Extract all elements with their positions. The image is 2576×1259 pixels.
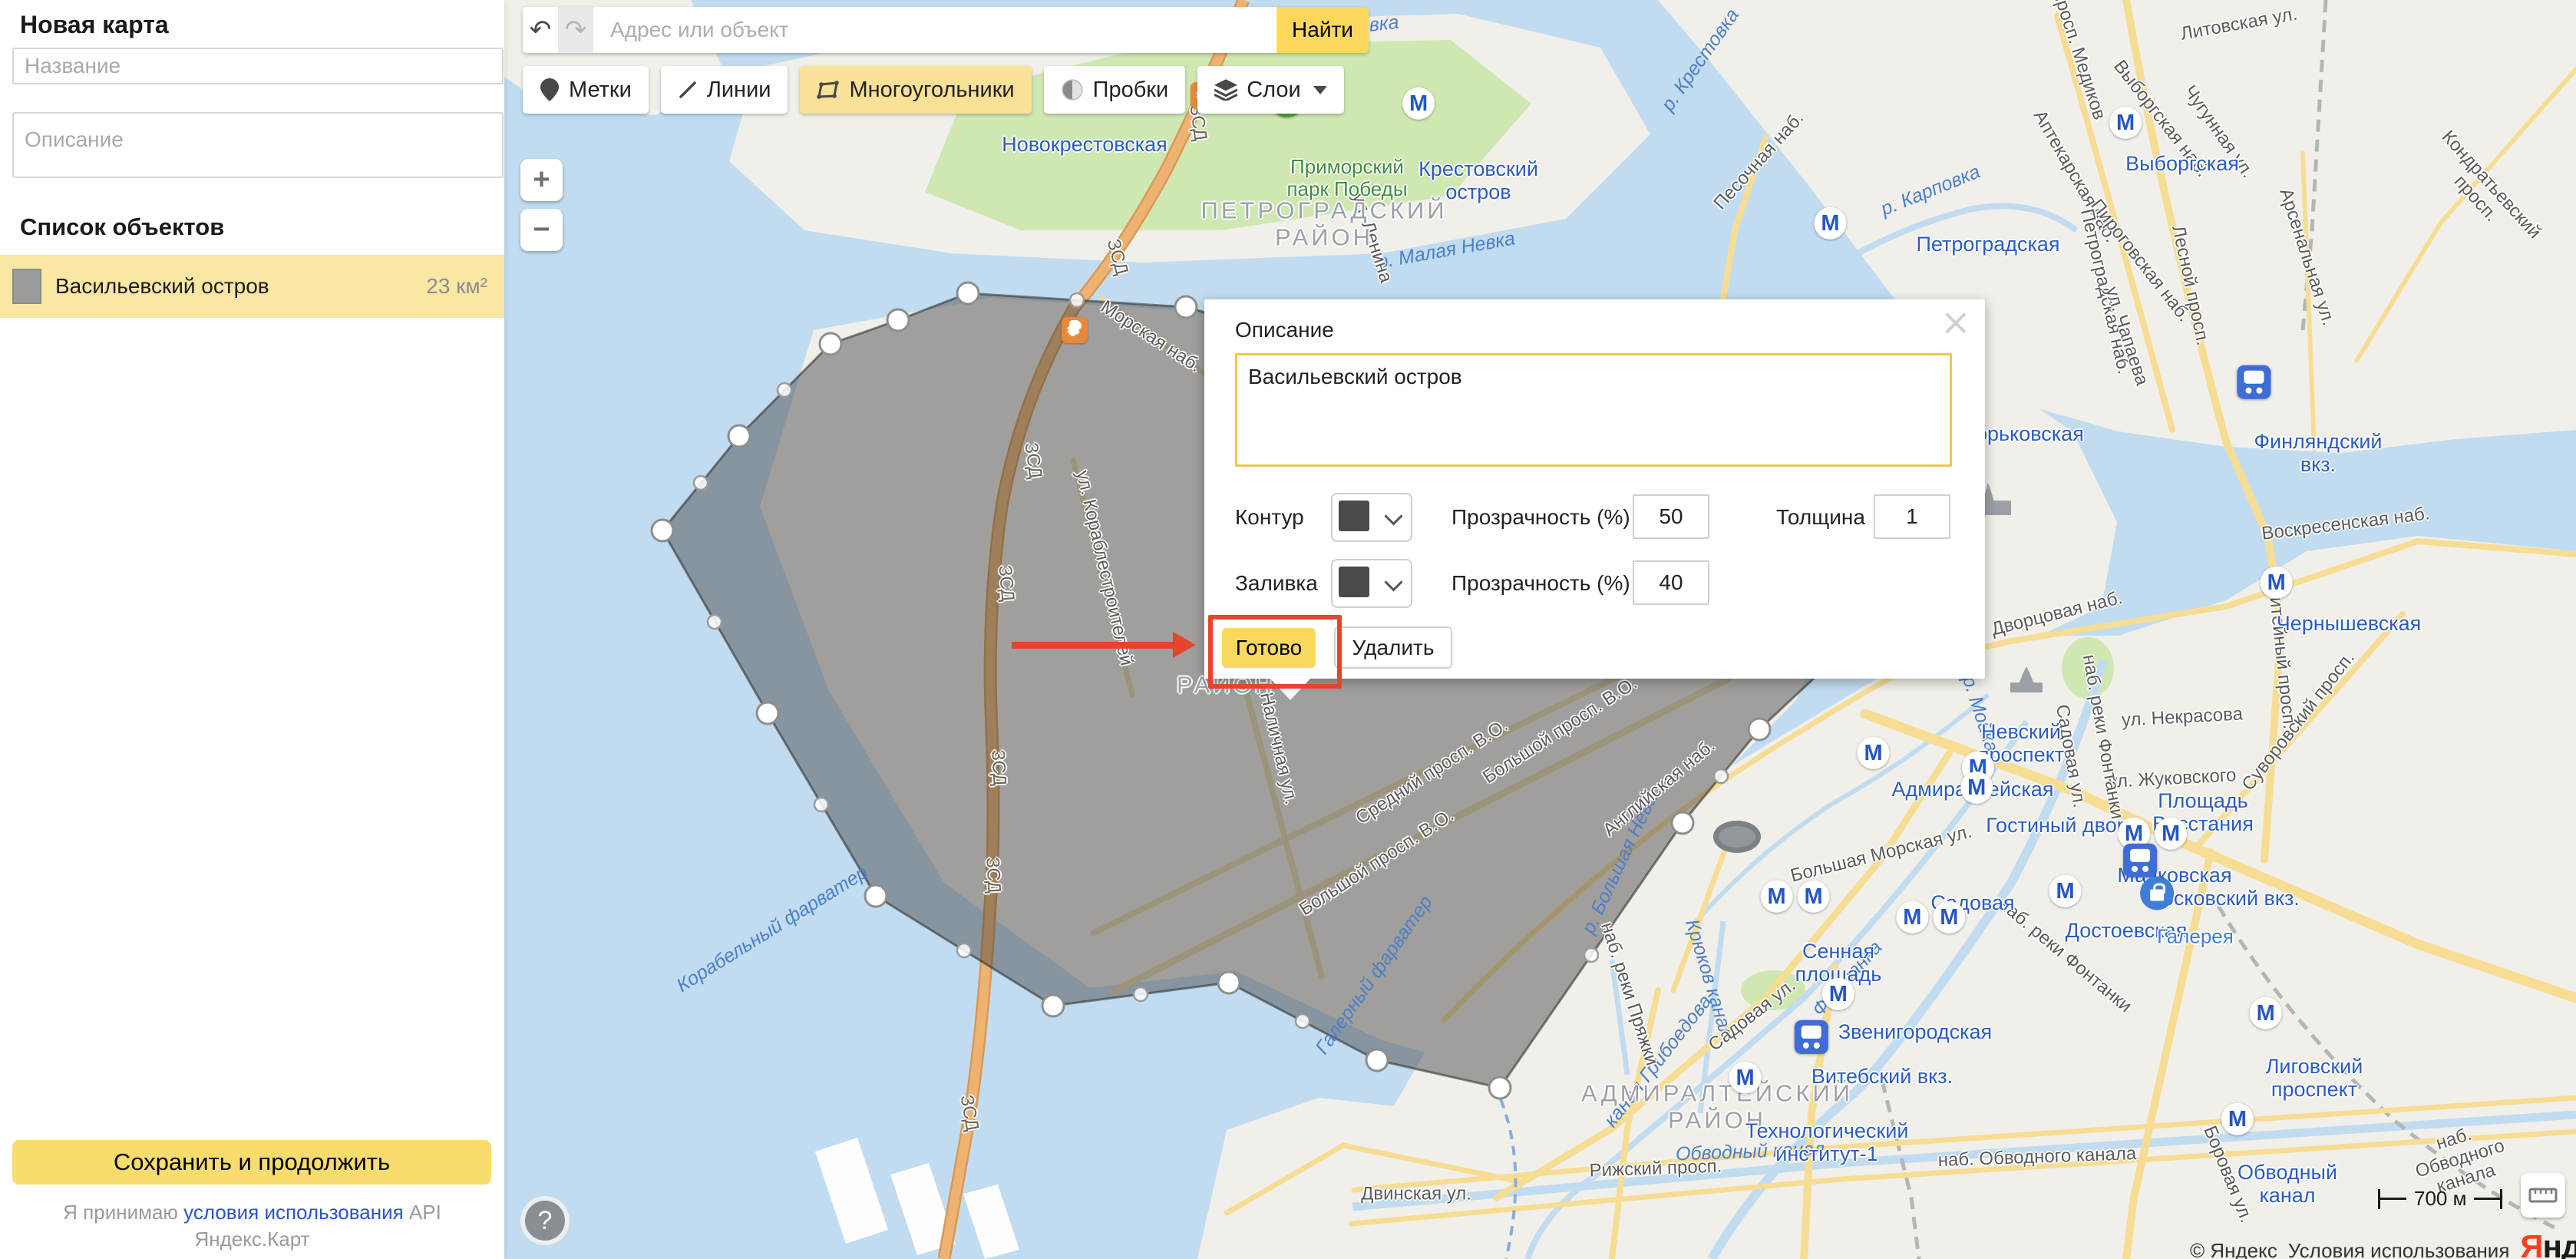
contour-label: Контур: [1235, 505, 1304, 530]
contour-opacity-label: Прозрачность (%): [1451, 505, 1630, 530]
contour-color-select[interactable]: [1331, 493, 1412, 542]
traffic-icon: [1061, 78, 1084, 101]
tool-label: Пробки: [1093, 78, 1169, 103]
tool-line-button[interactable]: Линии: [661, 66, 788, 114]
tool-pin-button[interactable]: Метки: [523, 66, 649, 114]
tool-label: Метки: [569, 78, 632, 103]
zoom-in-button[interactable]: +: [520, 159, 563, 201]
save-and-continue-button[interactable]: Сохранить и продолжить: [12, 1140, 491, 1185]
objects-heading: Список объектов: [20, 213, 224, 241]
contour-opacity-input[interactable]: [1633, 494, 1709, 539]
tool-layers-button[interactable]: Слои: [1197, 66, 1344, 114]
fill-color-select[interactable]: [1331, 559, 1412, 608]
polygon-icon: [817, 80, 840, 100]
fill-opacity-input[interactable]: [1633, 560, 1709, 605]
object-name: Васильевский остров: [55, 274, 426, 299]
tool-label: Линии: [707, 78, 771, 103]
tool-label: Многоугольники: [849, 78, 1014, 103]
ruler-button[interactable]: [2521, 1173, 2565, 1218]
dialog-title: Описание: [1235, 318, 1334, 342]
redo-button[interactable]: ↷: [558, 7, 593, 53]
delete-button[interactable]: Удалить: [1334, 626, 1452, 669]
close-icon[interactable]: ×: [1940, 301, 1971, 344]
contour-color-swatch: [1339, 501, 1369, 531]
tool-traffic-button[interactable]: Пробки: [1044, 66, 1186, 114]
chevron-down-icon: [1313, 86, 1327, 94]
fill-color-swatch: [1339, 567, 1369, 597]
ruler-icon: [2528, 1187, 2558, 1204]
page-title: Новая карта: [20, 11, 169, 39]
fill-opacity-label: Прозрачность (%): [1451, 571, 1630, 596]
line-icon: [678, 80, 698, 100]
polygon-description-textarea[interactable]: Васильевский остров: [1235, 353, 1952, 467]
copyright-text: © Яндекс: [2190, 1239, 2277, 1259]
drawing-tools: Метки Линии Многоугольники Пробки Слои: [523, 66, 1344, 114]
search-button[interactable]: Найти: [1276, 7, 1369, 53]
map-description-input[interactable]: [12, 112, 504, 178]
tool-label: Слои: [1247, 78, 1301, 103]
pin-icon: [540, 78, 560, 101]
thickness-input[interactable]: [1874, 494, 1950, 539]
map-constructor-app: Средняя Невкар. Крестовкар. Малая Невкар…: [0, 0, 2576, 1259]
polygon-properties-dialog: Описание × Васильевский остров Контур Пр…: [1204, 299, 1985, 679]
sidebar: Новая карта Список объектов Васильевский…: [0, 0, 504, 1259]
map-name-input[interactable]: [12, 48, 504, 84]
attribution: © Яндекс Условия использования Яндекс: [2190, 1228, 2576, 1259]
fill-label: Заливка: [1235, 571, 1318, 596]
object-area: 23 км²: [426, 274, 487, 299]
dialog-tail: [1270, 679, 1310, 700]
yandex-logo[interactable]: Яндекс: [2520, 1228, 2576, 1259]
help-button[interactable]: ?: [520, 1196, 570, 1245]
undo-button[interactable]: ↶: [523, 7, 558, 53]
object-color-swatch: [12, 269, 41, 304]
scale-label: 700 м: [2414, 1187, 2466, 1211]
search-input[interactable]: [593, 7, 1276, 53]
thickness-label: Толщина: [1776, 505, 1865, 530]
layers-icon: [1214, 79, 1237, 101]
tool-polygon-button[interactable]: Многоугольники: [800, 66, 1031, 114]
terms-text: Я принимаю условия использования API Янд…: [0, 1199, 504, 1253]
terms-link[interactable]: условия использования: [183, 1201, 404, 1224]
done-button[interactable]: Готово: [1222, 628, 1316, 668]
scale-bar: 700 м: [2378, 1187, 2502, 1211]
terms-of-use-link[interactable]: Условия использования: [2288, 1239, 2510, 1259]
zoom-out-button[interactable]: −: [520, 209, 563, 251]
object-list-item[interactable]: Васильевский остров 23 км²: [0, 255, 504, 318]
chevron-down-icon: [1384, 573, 1402, 591]
chevron-down-icon: [1384, 507, 1402, 525]
search-bar: ↶ ↷ Найти: [523, 7, 1369, 53]
